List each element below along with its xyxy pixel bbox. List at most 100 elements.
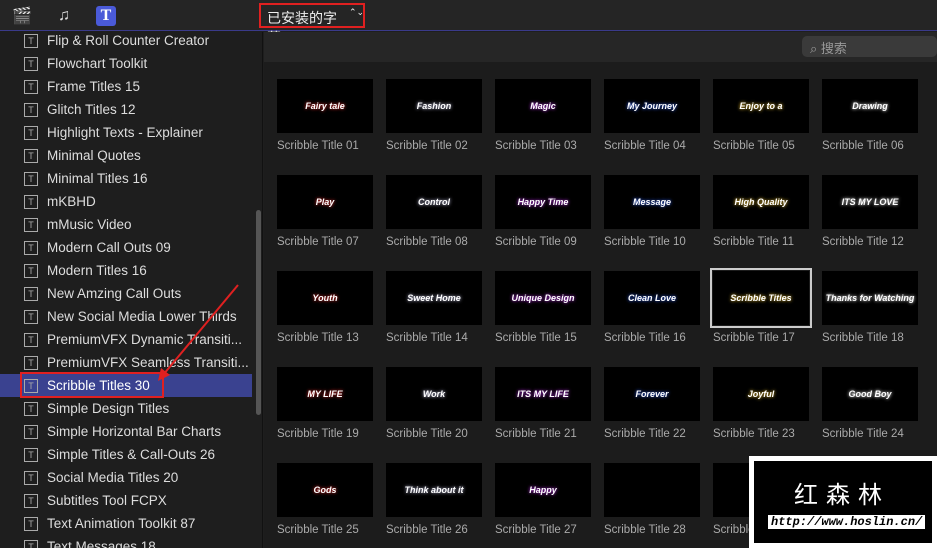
sidebar-item-label: Simple Design Titles (47, 401, 170, 416)
title-tile[interactable]: Work Scribble Title 20 (386, 367, 482, 440)
title-thumbnail: Youth (277, 271, 373, 325)
title-category-selector[interactable]: 已安装的字幕 ⌃⌄ (259, 3, 365, 46)
title-label: Scribble Title 14 (386, 332, 468, 344)
sidebar-item[interactable]: T New Amzing Call Outs (0, 282, 252, 305)
title-thumbnail: Enjoy to a (713, 79, 809, 133)
title-tile[interactable]: Thanks for Watching Scribble Title 18 (822, 271, 918, 344)
title-label: Scribble Title 15 (495, 332, 577, 344)
title-tile[interactable]: Drawing Scribble Title 06 (822, 79, 918, 152)
title-tile[interactable]: Happy Time Scribble Title 09 (495, 175, 591, 248)
title-effect-icon: T (24, 171, 38, 186)
title-tile[interactable]: Scribble Titles Scribble Title 17 (710, 268, 812, 344)
title-effect-icon: T (24, 332, 38, 347)
thumbnail-text: Joyful (747, 389, 775, 399)
title-tile[interactable]: Magic Scribble Title 03 (495, 79, 591, 152)
title-tile[interactable]: ITS MY LIFE Scribble Title 21 (495, 367, 591, 440)
title-effect-icon: T (24, 263, 38, 278)
title-tile[interactable]: Unique Design Scribble Title 15 (495, 271, 591, 344)
title-tile[interactable]: Youth Scribble Title 13 (277, 271, 373, 344)
thumbnail-text: Drawing (852, 101, 888, 111)
title-tile[interactable]: Joyful Scribble Title 23 (713, 367, 809, 440)
sidebar-item[interactable]: T Flip & Roll Counter Creator (0, 32, 252, 52)
title-tile[interactable]: ITS MY LOVE Scribble Title 12 (822, 175, 918, 248)
title-thumbnail: Message (604, 175, 700, 229)
title-label: Scribble Title 13 (277, 332, 359, 344)
title-tile[interactable]: Enjoy to a Scribble Title 05 (713, 79, 809, 152)
sidebar-item[interactable]: T Subtitles Tool FCPX (0, 489, 252, 512)
sidebar-item[interactable]: TmKBHD (0, 190, 252, 213)
sidebar-item-label: Simple Titles & Call-Outs 26 (47, 447, 216, 462)
thumbnail-text: ITS MY LOVE (841, 197, 899, 207)
sidebar-item[interactable]: T Simple Horizontal Bar Charts (0, 420, 252, 443)
title-tile[interactable]: Sweet Home Scribble Title 14 (386, 271, 482, 344)
title-label: Scribble Title 22 (604, 428, 686, 440)
title-thumbnail: Play (277, 175, 373, 229)
title-tile[interactable]: Play Scribble Title 07 (277, 175, 373, 248)
sidebar-item-label: PremiumVFX Dynamic Transiti... (47, 332, 243, 347)
sidebar-item[interactable]: T Text Messages 18 (0, 535, 252, 548)
title-thumbnail: Think about it (386, 463, 482, 517)
sidebar-item[interactable]: T Glitch Titles 12 (0, 98, 252, 121)
sidebar-item[interactable]: T New Social Media Lower Thirds (0, 305, 252, 328)
title-effect-icon: T (24, 401, 38, 416)
title-label: Scribble Title 21 (495, 428, 577, 440)
title-tile[interactable]: MY LIFE Scribble Title 19 (277, 367, 373, 440)
search-icon: ⌕ (810, 41, 821, 56)
selector-label: 已安装的字幕 (267, 10, 337, 46)
title-effect-icon: T (24, 424, 38, 439)
selection-highlight-box (20, 372, 164, 398)
sidebar-scrollbar[interactable] (256, 210, 261, 415)
thumbnail-text: My Journey (626, 101, 677, 111)
sidebar-item[interactable]: T Minimal Titles 16 (0, 167, 252, 190)
title-effect-icon: T (24, 355, 38, 370)
clapper-star-icon[interactable]: 🎬 (12, 6, 32, 26)
watermark-name: 红森林 (794, 482, 890, 509)
sidebar-item[interactable]: T Frame Titles 15 (0, 75, 252, 98)
title-tile[interactable]: Happy Scribble Title 27 (495, 463, 591, 536)
titles-icon[interactable]: T (96, 6, 116, 26)
search-placeholder: 搜索 (820, 41, 847, 56)
title-thumbnail (604, 463, 700, 517)
chevron-updown-icon: ⌃⌄ (349, 7, 365, 17)
title-label: Scribble Title 20 (386, 428, 468, 440)
title-tile[interactable]: My Journey Scribble Title 04 (604, 79, 700, 152)
title-tile[interactable]: Gods Scribble Title 25 (277, 463, 373, 536)
sidebar-item[interactable]: T Social Media Titles 20 (0, 466, 252, 489)
title-tile[interactable]: Good Boy Scribble Title 24 (822, 367, 918, 440)
sidebar-item-label: Minimal Quotes (47, 148, 141, 163)
sidebar-item[interactable]: T Modern Call Outs 09 (0, 236, 252, 259)
title-tile[interactable]: Fairy tale Scribble Title 01 (277, 79, 373, 152)
title-tile[interactable]: Message Scribble Title 10 (604, 175, 700, 248)
title-effect-icon: T (24, 516, 38, 531)
sidebar-item[interactable]: T PremiumVFX Dynamic Transiti... (0, 328, 252, 351)
music-photo-icon[interactable]: ♫ (54, 6, 74, 26)
watermark: 红森林 http://www.hoslin.cn/ (749, 456, 937, 548)
sidebar-item-label: Social Media Titles 20 (47, 470, 179, 485)
title-tile[interactable]: Think about it Scribble Title 26 (386, 463, 482, 536)
title-tile[interactable]: Fashion Scribble Title 02 (386, 79, 482, 152)
thumbnail-text: High Quality (734, 197, 788, 207)
sidebar-item[interactable]: T Simple Design Titles (0, 397, 252, 420)
sidebar-item[interactable]: T Modern Titles 16 (0, 259, 252, 282)
title-thumbnail: Happy (495, 463, 591, 517)
title-thumbnail: MY LIFE (277, 367, 373, 421)
title-tile[interactable]: Control Scribble Title 08 (386, 175, 482, 248)
sidebar-item[interactable]: TmMusic Video (0, 213, 252, 236)
title-tile[interactable]: Clean Love Scribble Title 16 (604, 271, 700, 344)
search-field[interactable]: ⌕ 搜索 (802, 36, 937, 57)
title-tile[interactable]: Forever Scribble Title 22 (604, 367, 700, 440)
title-thumbnail: Forever (604, 367, 700, 421)
sidebar-item[interactable]: T Flowchart Toolkit (0, 52, 252, 75)
title-label: Scribble Title 12 (822, 236, 904, 248)
title-thumbnail: My Journey (604, 79, 700, 133)
title-tile[interactable]: High Quality Scribble Title 11 (713, 175, 809, 248)
sidebar-item[interactable]: T Simple Titles & Call-Outs 26 (0, 443, 252, 466)
sidebar-item[interactable]: T Text Animation Toolkit 87 (0, 512, 252, 535)
title-label: Scribble Title 17 (713, 332, 795, 344)
sidebar-item[interactable]: T PremiumVFX Seamless Transiti... (0, 351, 252, 374)
title-tile[interactable]: Scribble Title 28 (604, 463, 700, 536)
sidebar-item[interactable]: T Minimal Quotes (0, 144, 252, 167)
sidebar-item[interactable]: T Highlight Texts - Explainer (0, 121, 252, 144)
sidebar-item-label: Highlight Texts - Explainer (47, 125, 203, 140)
thumbnail-text: Youth (312, 293, 338, 303)
